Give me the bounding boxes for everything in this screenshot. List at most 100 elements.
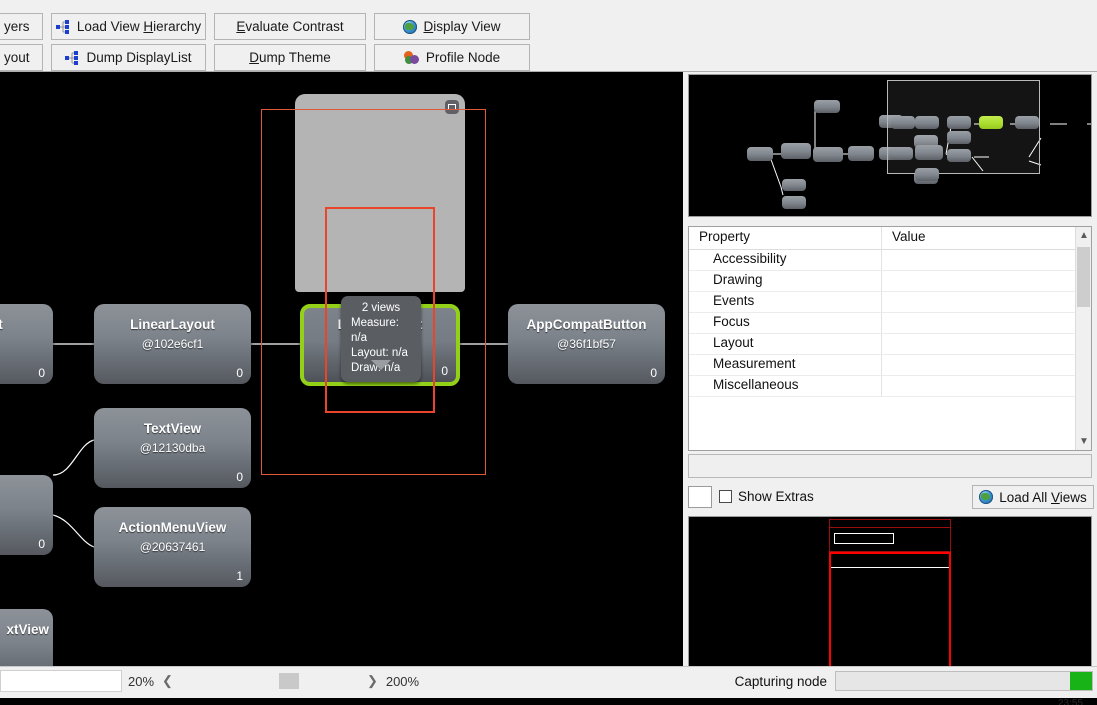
property-name: Focus xyxy=(689,313,882,333)
profile-node-label: Profile Node xyxy=(425,50,501,65)
property-name: Miscellaneous xyxy=(689,376,882,396)
load-all-views-label: Load All Views xyxy=(999,489,1087,505)
evaluate-contrast-label: Evaluate Contrast xyxy=(236,19,344,34)
color-swatch[interactable] xyxy=(688,486,712,508)
property-table-scrollbar[interactable]: ▲ ▼ xyxy=(1075,227,1091,450)
taskbar-clock-ghost: 23:55 xyxy=(1057,698,1083,705)
tree-node-count: 0 xyxy=(236,470,243,484)
show-extras-checkbox[interactable] xyxy=(719,490,732,503)
minimap-node xyxy=(781,143,811,159)
table-row[interactable]: Accessibility xyxy=(689,250,1091,271)
show-extras-checkbox-wrap[interactable]: Show Extras xyxy=(719,489,814,504)
dump-theme-button[interactable]: Dump Theme xyxy=(214,44,366,71)
table-row[interactable]: Layout xyxy=(689,334,1091,355)
zoom-control[interactable]: 20% ❮ ❯ 200% xyxy=(128,671,419,691)
tree-node-id: @102e6cf1 xyxy=(141,337,204,351)
main-toolbar: yers Load View Hierarchy Evaluate Contra… xyxy=(0,0,1097,72)
property-value xyxy=(882,355,1091,375)
hierarchy-viewer-window: yers Load View Hierarchy Evaluate Contra… xyxy=(0,0,1097,705)
property-name: Layout xyxy=(689,334,882,354)
property-table[interactable]: Property Value Accessibility Drawing Eve… xyxy=(688,226,1092,451)
tree-node[interactable]: 0 xyxy=(0,475,53,555)
capturing-progress-bar xyxy=(835,671,1093,691)
tree-canvas[interactable]: t 0 LinearLayout @102e6cf1 0 LinearLayou… xyxy=(0,72,683,666)
preview-divider xyxy=(831,567,949,568)
tree-icon xyxy=(55,19,71,34)
property-value xyxy=(882,313,1091,333)
tree-node-textview-12130dba[interactable]: TextView @12130dba 0 xyxy=(94,408,251,488)
minimap-node xyxy=(947,131,971,144)
tree-node-name: ActionMenuView xyxy=(118,520,227,535)
tree-node[interactable]: xtView bar xyxy=(0,609,53,666)
display-view-label: Display View xyxy=(423,19,501,34)
minimap-node xyxy=(848,146,874,161)
tree-node-name: xtView xyxy=(6,622,49,637)
table-row[interactable]: Miscellaneous xyxy=(689,376,1091,397)
chevron-left-icon[interactable]: ❮ xyxy=(162,673,173,689)
tree-node-name: t xyxy=(0,317,3,332)
minimap-node xyxy=(889,147,913,160)
value-column-header: Value xyxy=(892,229,926,244)
zoom-slider-track[interactable] xyxy=(181,671,359,691)
zoom-max-label: 200% xyxy=(385,673,420,689)
tree-node[interactable]: t 0 xyxy=(0,304,53,384)
minimap-node xyxy=(915,168,939,181)
tree-icon xyxy=(65,50,80,65)
table-row[interactable]: Events xyxy=(689,292,1091,313)
minimap-node xyxy=(915,145,943,160)
property-value xyxy=(882,292,1091,312)
load-all-views-button[interactable]: Load All Views xyxy=(972,485,1094,509)
toolbar-row-1: yers Load View Hierarchy Evaluate Contra… xyxy=(0,13,530,40)
property-value xyxy=(882,376,1091,396)
load-view-hierarchy-button[interactable]: Load View Hierarchy xyxy=(51,13,206,40)
tree-node-name: TextView xyxy=(143,421,202,436)
dump-theme-label: Dump Theme xyxy=(249,50,331,65)
scrollbar-thumb[interactable] xyxy=(1077,247,1090,307)
property-filter-input[interactable] xyxy=(688,454,1092,478)
tree-node-actionmenuview-20637461[interactable]: ActionMenuView @20637461 1 xyxy=(94,507,251,587)
property-column-header: Property xyxy=(689,227,882,249)
tree-node-name: AppCompatButton xyxy=(526,317,647,332)
status-search-input[interactable] xyxy=(0,670,122,692)
evaluate-contrast-button[interactable]: Evaluate Contrast xyxy=(214,13,366,40)
minimap-node xyxy=(1015,116,1039,129)
capture-layout-button[interactable]: yout xyxy=(0,44,43,71)
show-extras-label: Show Extras xyxy=(738,489,814,504)
toolbar-row-2: yout Dump DisplayList Dump Theme Profile… xyxy=(0,44,530,71)
property-name: Accessibility xyxy=(689,250,882,270)
chevron-down-icon[interactable]: ▼ xyxy=(1076,433,1091,450)
property-table-header: Property Value xyxy=(689,227,1091,250)
capturing-progress-fill xyxy=(1070,672,1092,690)
minimap-node xyxy=(947,116,971,129)
minimap-node-selected xyxy=(979,116,1003,129)
minimap-node xyxy=(747,147,773,161)
tree-node-linearlayout-102e6cf1[interactable]: LinearLayout @102e6cf1 0 xyxy=(94,304,251,384)
profile-node-button[interactable]: Profile Node xyxy=(374,44,530,71)
table-row[interactable]: Measurement xyxy=(689,355,1091,376)
zoom-slider-thumb[interactable] xyxy=(278,673,299,689)
dump-displaylist-button[interactable]: Dump DisplayList xyxy=(51,44,206,71)
property-name: Measurement xyxy=(689,355,882,375)
tree-node-count: 1 xyxy=(236,569,243,583)
table-row[interactable]: Drawing xyxy=(689,271,1091,292)
minimap-node xyxy=(814,100,840,113)
chevron-right-icon[interactable]: ❯ xyxy=(367,673,378,689)
table-row[interactable]: Focus xyxy=(689,313,1091,334)
tree-overview-minimap[interactable] xyxy=(688,74,1092,217)
profile-icon xyxy=(403,50,420,65)
globe-icon xyxy=(979,490,994,504)
minimap-node xyxy=(915,116,939,129)
status-bar: 20% ❮ ❯ 200% S 中 °, xyxy=(0,666,1097,698)
minimap-node xyxy=(891,116,915,129)
preview-title-text-rect xyxy=(834,533,894,544)
load-view-hierarchy-label: Load View Hierarchy xyxy=(76,19,202,34)
display-view-button[interactable]: Display View xyxy=(374,13,530,40)
right-pane: Property Value Accessibility Drawing Eve… xyxy=(683,72,1097,705)
bottom-strip xyxy=(0,698,1097,705)
zoom-min-label: 20% xyxy=(128,673,155,689)
property-name: Events xyxy=(689,292,882,312)
capture-layers-button[interactable]: yers xyxy=(0,13,43,40)
chevron-up-icon[interactable]: ▲ xyxy=(1076,227,1091,244)
tree-node-count: 0 xyxy=(38,537,45,551)
tree-node-appcompatbutton-36f1bf57[interactable]: AppCompatButton @36f1bf57 0 xyxy=(508,304,665,384)
